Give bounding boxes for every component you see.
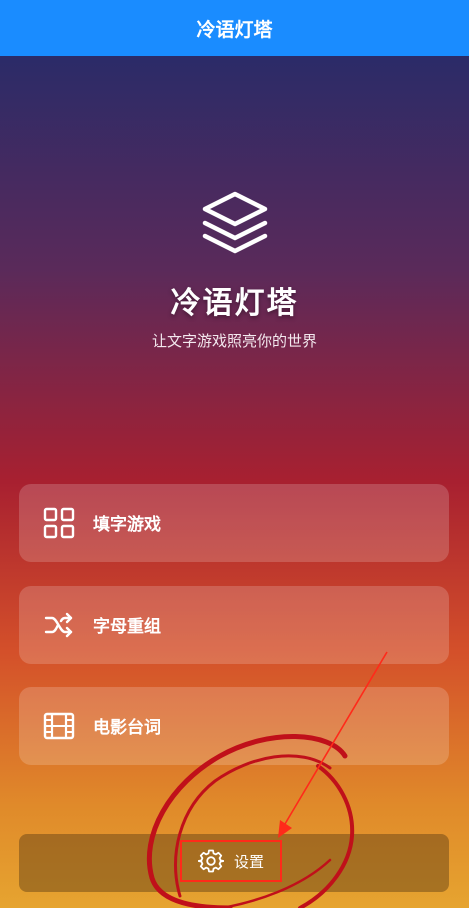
- home-screen: 冷语灯塔 让文字游戏照亮你的世界 填字游戏 字母重组 电影台词 设置: [0, 56, 469, 908]
- settings-bar: 设置: [19, 834, 449, 892]
- app-bar: 冷语灯塔: [0, 0, 469, 56]
- layers-icon: [202, 191, 268, 254]
- hero-title: 冷语灯塔: [170, 286, 299, 321]
- app-bar-title: 冷语灯塔: [196, 18, 273, 41]
- crossword-label: 填字游戏: [93, 515, 161, 535]
- gear-icon: [197, 849, 224, 873]
- movie-quotes-button[interactable]: 电影台词: [19, 687, 449, 765]
- grid-icon: [43, 507, 75, 539]
- shuffle-icon: [44, 612, 73, 638]
- movie-quotes-label: 电影台词: [93, 718, 161, 738]
- settings-label: 设置: [233, 852, 264, 871]
- crossword-button[interactable]: 填字游戏: [19, 484, 449, 562]
- film-icon: [43, 712, 75, 740]
- annotation-overlay: [146, 651, 388, 908]
- anagram-label: 字母重组: [93, 617, 161, 637]
- settings-button[interactable]: 设置: [180, 840, 282, 882]
- hero-subtitle: 让文字游戏照亮你的世界: [151, 332, 317, 350]
- anagram-button[interactable]: 字母重组: [19, 586, 449, 664]
